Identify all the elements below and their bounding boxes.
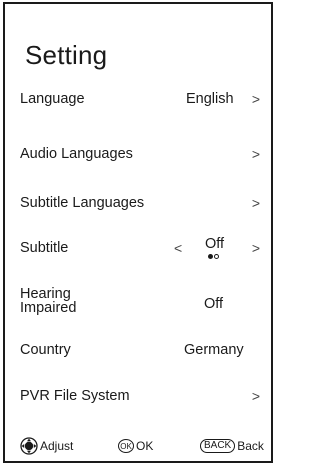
menu-item-label: Subtitle Languages bbox=[20, 195, 145, 211]
menu-item-subtitle[interactable]: Subtitle < Off > bbox=[20, 236, 264, 260]
back-label: Back bbox=[237, 439, 264, 453]
menu-item-label: Country bbox=[20, 342, 71, 358]
chevron-right-icon[interactable]: > bbox=[252, 192, 260, 214]
menu-item-pvr-file-system[interactable]: PVR File System > bbox=[20, 385, 264, 407]
menu-item-value: Off bbox=[204, 296, 224, 312]
ok-label: OK bbox=[136, 439, 154, 453]
menu-item-label: PVR File System bbox=[20, 388, 130, 404]
menu-title: Setting bbox=[25, 40, 108, 70]
menu-item-value: Off bbox=[205, 236, 225, 252]
menu-item-subtitle-languages[interactable]: Subtitle Languages > bbox=[20, 192, 264, 214]
chevron-right-icon[interactable]: > bbox=[252, 88, 260, 110]
menu-item-language[interactable]: Language English > bbox=[20, 88, 264, 110]
ok-hint: OK OK bbox=[118, 436, 153, 456]
menu-item-label: Subtitle bbox=[20, 240, 69, 256]
ok-button-icon: OK bbox=[118, 439, 134, 453]
chevron-left-icon[interactable]: < bbox=[174, 237, 182, 259]
dpad-icon bbox=[20, 437, 38, 455]
selected-dot-icon bbox=[208, 254, 213, 259]
menu-item-value: English bbox=[186, 91, 234, 107]
menu-item-label: Hearing Impaired bbox=[20, 287, 77, 316]
option-indicator-dots bbox=[208, 254, 222, 260]
menu-item-label: Language bbox=[20, 91, 85, 107]
menu-item-value: Germany bbox=[184, 342, 244, 358]
adjust-label: Adjust bbox=[40, 439, 74, 453]
unselected-dot-icon bbox=[214, 254, 219, 259]
menu-item-label-line2: Impaired bbox=[20, 300, 77, 316]
menu-item-audio-languages[interactable]: Audio Languages > bbox=[20, 143, 264, 165]
chevron-right-icon[interactable]: > bbox=[252, 143, 260, 165]
menu-item-hearing-impaired[interactable]: Hearing Impaired Off bbox=[20, 287, 264, 316]
back-button-icon: BACK bbox=[200, 439, 236, 453]
back-hint: BACK Back bbox=[200, 436, 264, 456]
menu-item-label: Audio Languages bbox=[20, 146, 133, 162]
chevron-right-icon[interactable]: > bbox=[252, 237, 260, 259]
footer-hint-bar: Adjust OK OK BACK Back bbox=[0, 436, 278, 456]
menu-item-country[interactable]: Country Germany bbox=[20, 339, 264, 361]
adjust-hint: Adjust bbox=[20, 436, 73, 456]
chevron-right-icon[interactable]: > bbox=[252, 385, 260, 407]
